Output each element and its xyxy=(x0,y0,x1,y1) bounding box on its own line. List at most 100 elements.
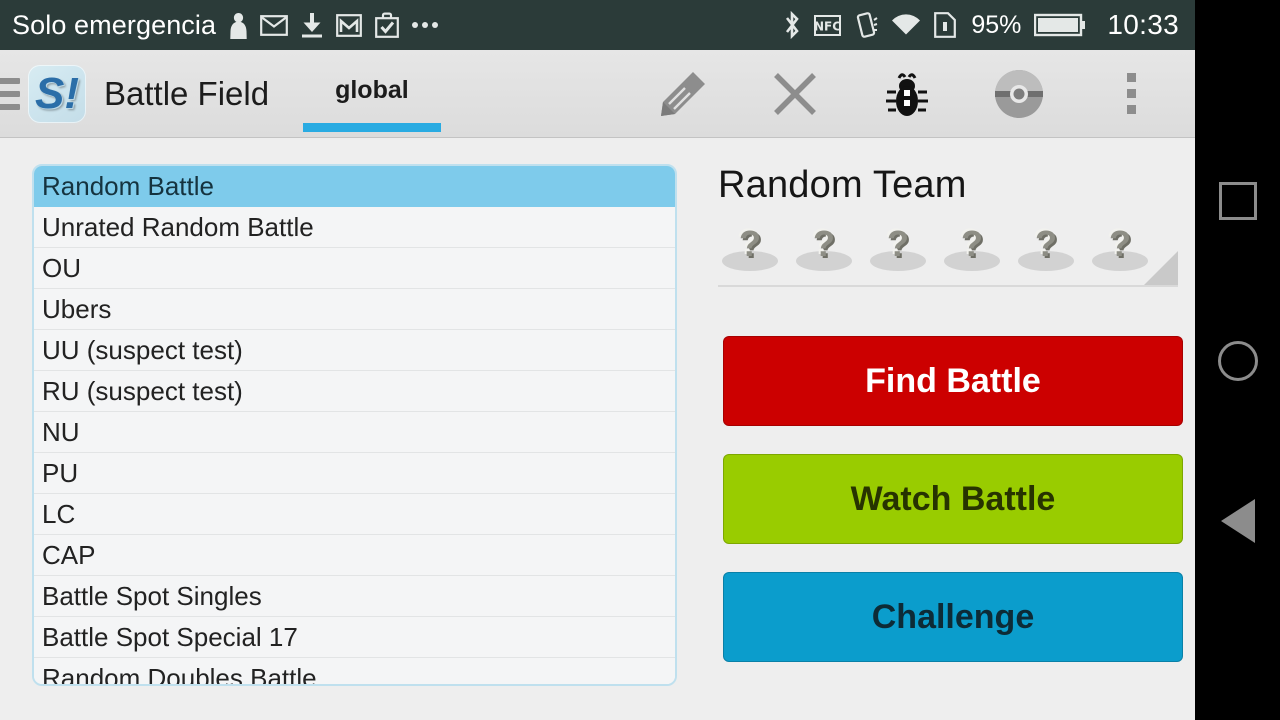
sprite-glyph: ? xyxy=(813,223,835,264)
android-nav-bar xyxy=(1195,0,1280,720)
list-item[interactable]: Ubers xyxy=(34,289,675,330)
list-item[interactable]: PU xyxy=(34,453,675,494)
sprite-glyph: ? xyxy=(887,223,909,264)
app-bar: S! Battle Field global xyxy=(0,50,1195,138)
team-slots[interactable]: ? ? ? ? ? ? xyxy=(718,221,1178,283)
back-button[interactable] xyxy=(1195,478,1280,563)
list-item-label: RU (suspect test) xyxy=(42,375,243,406)
pokemon-placeholder-icon[interactable]: ? xyxy=(940,221,1004,273)
list-item-label: Random Doubles Battle xyxy=(42,662,317,686)
watch-battle-button[interactable]: Watch Battle xyxy=(723,454,1183,544)
status-system-icons: NFC 95% 10:33 xyxy=(783,9,1179,41)
tab-bar: global xyxy=(303,50,441,138)
team-separator xyxy=(718,251,1178,287)
bug-icon xyxy=(886,72,928,116)
envelope-icon xyxy=(260,14,289,36)
tab-active-indicator xyxy=(303,122,441,132)
list-item[interactable]: LC xyxy=(34,494,675,535)
triangle-left-icon xyxy=(1220,498,1255,543)
list-item-label: Unrated Random Battle xyxy=(42,211,314,242)
list-item[interactable]: Random Battle xyxy=(34,166,675,207)
status-bar: Solo emergencia NFC 95% 10:33 xyxy=(0,0,1195,50)
pokemon-placeholder-icon[interactable]: ? xyxy=(718,221,782,273)
list-item-label: OU xyxy=(42,252,81,283)
square-icon xyxy=(1218,181,1257,220)
pokemon-placeholder-icon[interactable]: ? xyxy=(1088,221,1152,273)
sim-card-icon xyxy=(934,12,957,38)
list-item[interactable]: NU xyxy=(34,412,675,453)
challenge-button[interactable]: Challenge xyxy=(723,572,1183,662)
svg-text:NFC: NFC xyxy=(814,19,841,33)
team-title: Random Team xyxy=(718,164,967,206)
list-item-label: PU xyxy=(42,457,79,488)
overflow-menu-icon xyxy=(1126,73,1136,114)
find-battle-label: Find Battle xyxy=(865,361,1041,400)
resize-corner-icon[interactable] xyxy=(1144,251,1178,285)
showdown-logo-icon: S! xyxy=(28,64,86,123)
sprite-glyph: ? xyxy=(1109,223,1131,264)
tab-global[interactable]: global xyxy=(303,50,441,138)
list-item[interactable]: UU (suspect test) xyxy=(34,330,675,371)
app-icon-glyph: S! xyxy=(35,68,79,118)
gmail-icon xyxy=(336,13,363,37)
list-item[interactable]: OU xyxy=(34,248,675,289)
list-item[interactable]: CAP xyxy=(34,535,675,576)
battle-format-list[interactable]: Random Battle Unrated Random Battle OU U… xyxy=(32,164,677,686)
list-item-label: Battle Spot Singles xyxy=(42,580,262,611)
clock-label: 10:33 xyxy=(1107,9,1179,40)
home-button[interactable] xyxy=(1195,318,1280,403)
circle-icon xyxy=(1217,340,1258,381)
action-buttons: Find Battle Watch Battle Challenge xyxy=(723,336,1183,690)
pokemon-placeholder-icon[interactable]: ? xyxy=(792,221,856,273)
download-icon xyxy=(302,13,323,38)
list-item-label: Battle Spot Special 17 xyxy=(42,621,298,652)
recents-button[interactable] xyxy=(1195,158,1280,243)
person-icon xyxy=(230,12,247,39)
pokeball-icon xyxy=(995,69,1043,118)
list-item-label: CAP xyxy=(42,539,96,570)
list-item-label: NU xyxy=(42,416,80,447)
list-item[interactable]: Battle Spot Singles xyxy=(34,576,675,617)
list-item[interactable]: RU (suspect test) xyxy=(34,371,675,412)
app-bar-actions xyxy=(627,50,1195,138)
vibrate-icon xyxy=(857,12,878,38)
main-content: Random Battle Unrated Random Battle OU U… xyxy=(0,139,1195,720)
edit-icon xyxy=(661,71,705,116)
tab-global-label: global xyxy=(335,76,409,104)
nfc-icon: NFC xyxy=(814,14,842,36)
sprite-glyph: ? xyxy=(961,223,983,264)
list-item[interactable]: Battle Spot Special 17 xyxy=(34,617,675,658)
close-icon xyxy=(774,72,816,115)
status-notification-icons xyxy=(230,12,439,39)
battery-percent-label: 95% xyxy=(971,10,1022,39)
list-item-label: Ubers xyxy=(42,293,112,324)
pokemon-placeholder-icon[interactable]: ? xyxy=(1014,221,1078,273)
edit-button[interactable] xyxy=(627,50,739,138)
pokeball-button[interactable] xyxy=(963,50,1075,138)
more-dots-icon xyxy=(412,22,439,28)
sprite-glyph: ? xyxy=(1035,223,1057,264)
pokemon-placeholder-icon[interactable]: ? xyxy=(866,221,930,273)
carrier-label: Solo emergencia xyxy=(12,9,217,40)
wifi-icon xyxy=(892,13,921,34)
battery-icon xyxy=(1034,13,1086,37)
bluetooth-icon xyxy=(786,11,800,39)
phone-viewport: Solo emergencia NFC 95% 10:33 S! Battle … xyxy=(0,0,1195,720)
list-item[interactable]: Unrated Random Battle xyxy=(34,207,675,248)
challenge-label: Challenge xyxy=(871,597,1035,636)
page-title: Battle Field xyxy=(104,74,270,112)
list-item-label: Random Battle xyxy=(42,170,214,201)
list-item-label: UU (suspect test) xyxy=(42,334,243,365)
list-item[interactable]: Random Doubles Battle xyxy=(34,658,675,686)
sprite-glyph: ? xyxy=(739,223,761,264)
list-item-label: LC xyxy=(42,498,76,529)
hamburger-icon[interactable] xyxy=(0,77,20,110)
close-button[interactable] xyxy=(739,50,851,138)
bug-button[interactable] xyxy=(851,50,963,138)
watch-battle-label: Watch Battle xyxy=(850,479,1056,518)
find-battle-button[interactable]: Find Battle xyxy=(723,336,1183,426)
screen: Solo emergencia NFC 95% 10:33 S! Battle … xyxy=(0,0,1280,720)
overflow-menu-button[interactable] xyxy=(1075,50,1187,138)
briefcase-check-icon xyxy=(375,12,400,38)
team-panel: Random Team ? ? ? ? ? ? xyxy=(718,164,1178,287)
